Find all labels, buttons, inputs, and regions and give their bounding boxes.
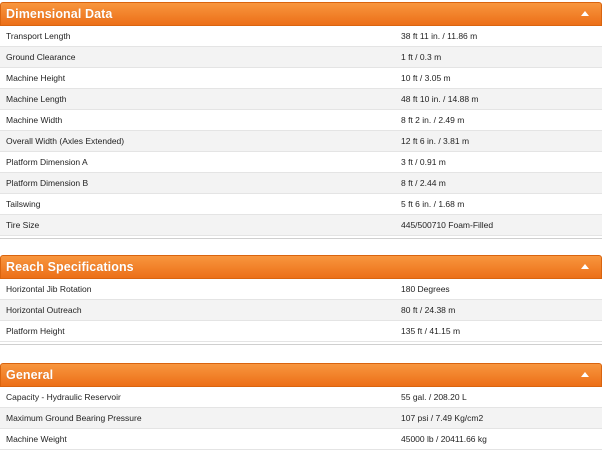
spec-value: 38 ft 11 in. / 11.86 m <box>401 31 478 41</box>
collapse-caret-icon[interactable] <box>581 372 589 377</box>
spec-label: Capacity - Hydraulic Reservoir <box>6 392 121 402</box>
spec-label: Platform Height <box>6 326 65 336</box>
table-row: Maximum Ground Bearing Pressure 107 psi … <box>0 408 602 429</box>
table-row: Platform Height 135 ft / 41.15 m <box>0 321 602 342</box>
spec-panel: Dimensional Data Transport Length 38 ft … <box>0 0 604 453</box>
spec-label: Overall Width (Axles Extended) <box>6 136 125 146</box>
collapse-caret-icon[interactable] <box>581 11 589 16</box>
spec-value: 12 ft 6 in. / 3.81 m <box>401 136 470 146</box>
table-row: Ground Clearance 1 ft / 0.3 m <box>0 47 602 68</box>
spec-label: Machine Weight <box>6 434 67 444</box>
spec-label: Tailswing <box>6 199 41 209</box>
spec-value: 180 Degrees <box>401 284 450 294</box>
spec-label: Maximum Ground Bearing Pressure <box>6 413 142 423</box>
section-general: General Capacity - Hydraulic Reservoir 5… <box>0 363 602 450</box>
section-title: Dimensional Data <box>6 7 113 21</box>
spec-value: 10 ft / 3.05 m <box>401 73 451 83</box>
spec-value: 3 ft / 0.91 m <box>401 157 446 167</box>
spec-value: 48 ft 10 in. / 14.88 m <box>401 94 479 104</box>
section-title: General <box>6 368 54 382</box>
table-row: Overall Width (Axles Extended) 12 ft 6 i… <box>0 131 602 152</box>
spec-label: Transport Length <box>6 31 71 41</box>
spec-label: Horizontal Jib Rotation <box>6 284 92 294</box>
table-row: Platform Dimension B 8 ft / 2.44 m <box>0 173 602 194</box>
table-row: Horizontal Jib Rotation 180 Degrees <box>0 279 602 300</box>
section-divider <box>0 342 602 345</box>
table-row: Machine Height 10 ft / 3.05 m <box>0 68 602 89</box>
table-row: Machine Weight 45000 lb / 20411.66 kg <box>0 429 602 450</box>
spec-label: Machine Width <box>6 115 63 125</box>
spec-value: 445/500710 Foam-Filled <box>401 220 494 230</box>
section-title: Reach Specifications <box>6 260 134 274</box>
spec-label: Ground Clearance <box>6 52 76 62</box>
section-dimensional-data: Dimensional Data Transport Length 38 ft … <box>0 2 602 239</box>
section-divider <box>0 236 602 239</box>
section-header-dimensional-data[interactable]: Dimensional Data <box>0 2 602 26</box>
table-row: Machine Length 48 ft 10 in. / 14.88 m <box>0 89 602 110</box>
table-row: Horizontal Outreach 80 ft / 24.38 m <box>0 300 602 321</box>
spec-value: 135 ft / 41.15 m <box>401 326 461 336</box>
collapse-caret-icon[interactable] <box>581 264 589 269</box>
section-header-reach-specifications[interactable]: Reach Specifications <box>0 255 602 279</box>
table-row: Tire Size 445/500710 Foam-Filled <box>0 215 602 236</box>
spec-value: 5 ft 6 in. / 1.68 m <box>401 199 465 209</box>
table-row: Transport Length 38 ft 11 in. / 11.86 m <box>0 26 602 47</box>
spec-value: 8 ft 2 in. / 2.49 m <box>401 115 465 125</box>
spec-value: 8 ft / 2.44 m <box>401 178 446 188</box>
table-row: Platform Dimension A 3 ft / 0.91 m <box>0 152 602 173</box>
table-row: Machine Width 8 ft 2 in. / 2.49 m <box>0 110 602 131</box>
spec-label: Machine Length <box>6 94 67 104</box>
spec-label: Platform Dimension A <box>6 157 88 167</box>
spec-label: Machine Height <box>6 73 66 83</box>
spec-value: 45000 lb / 20411.66 kg <box>401 434 487 444</box>
table-row: Tailswing 5 ft 6 in. / 1.68 m <box>0 194 602 215</box>
spec-label: Tire Size <box>6 220 40 230</box>
section-reach-specifications: Reach Specifications Horizontal Jib Rota… <box>0 255 602 345</box>
spec-value: 107 psi / 7.49 Kg/cm2 <box>401 413 484 423</box>
table-row: Capacity - Hydraulic Reservoir 55 gal. /… <box>0 387 602 408</box>
section-header-general[interactable]: General <box>0 363 602 387</box>
spec-label: Horizontal Outreach <box>6 305 82 315</box>
spec-value: 1 ft / 0.3 m <box>401 52 442 62</box>
spec-label: Platform Dimension B <box>6 178 89 188</box>
spec-value: 55 gal. / 208.20 L <box>401 392 467 402</box>
spec-value: 80 ft / 24.38 m <box>401 305 456 315</box>
